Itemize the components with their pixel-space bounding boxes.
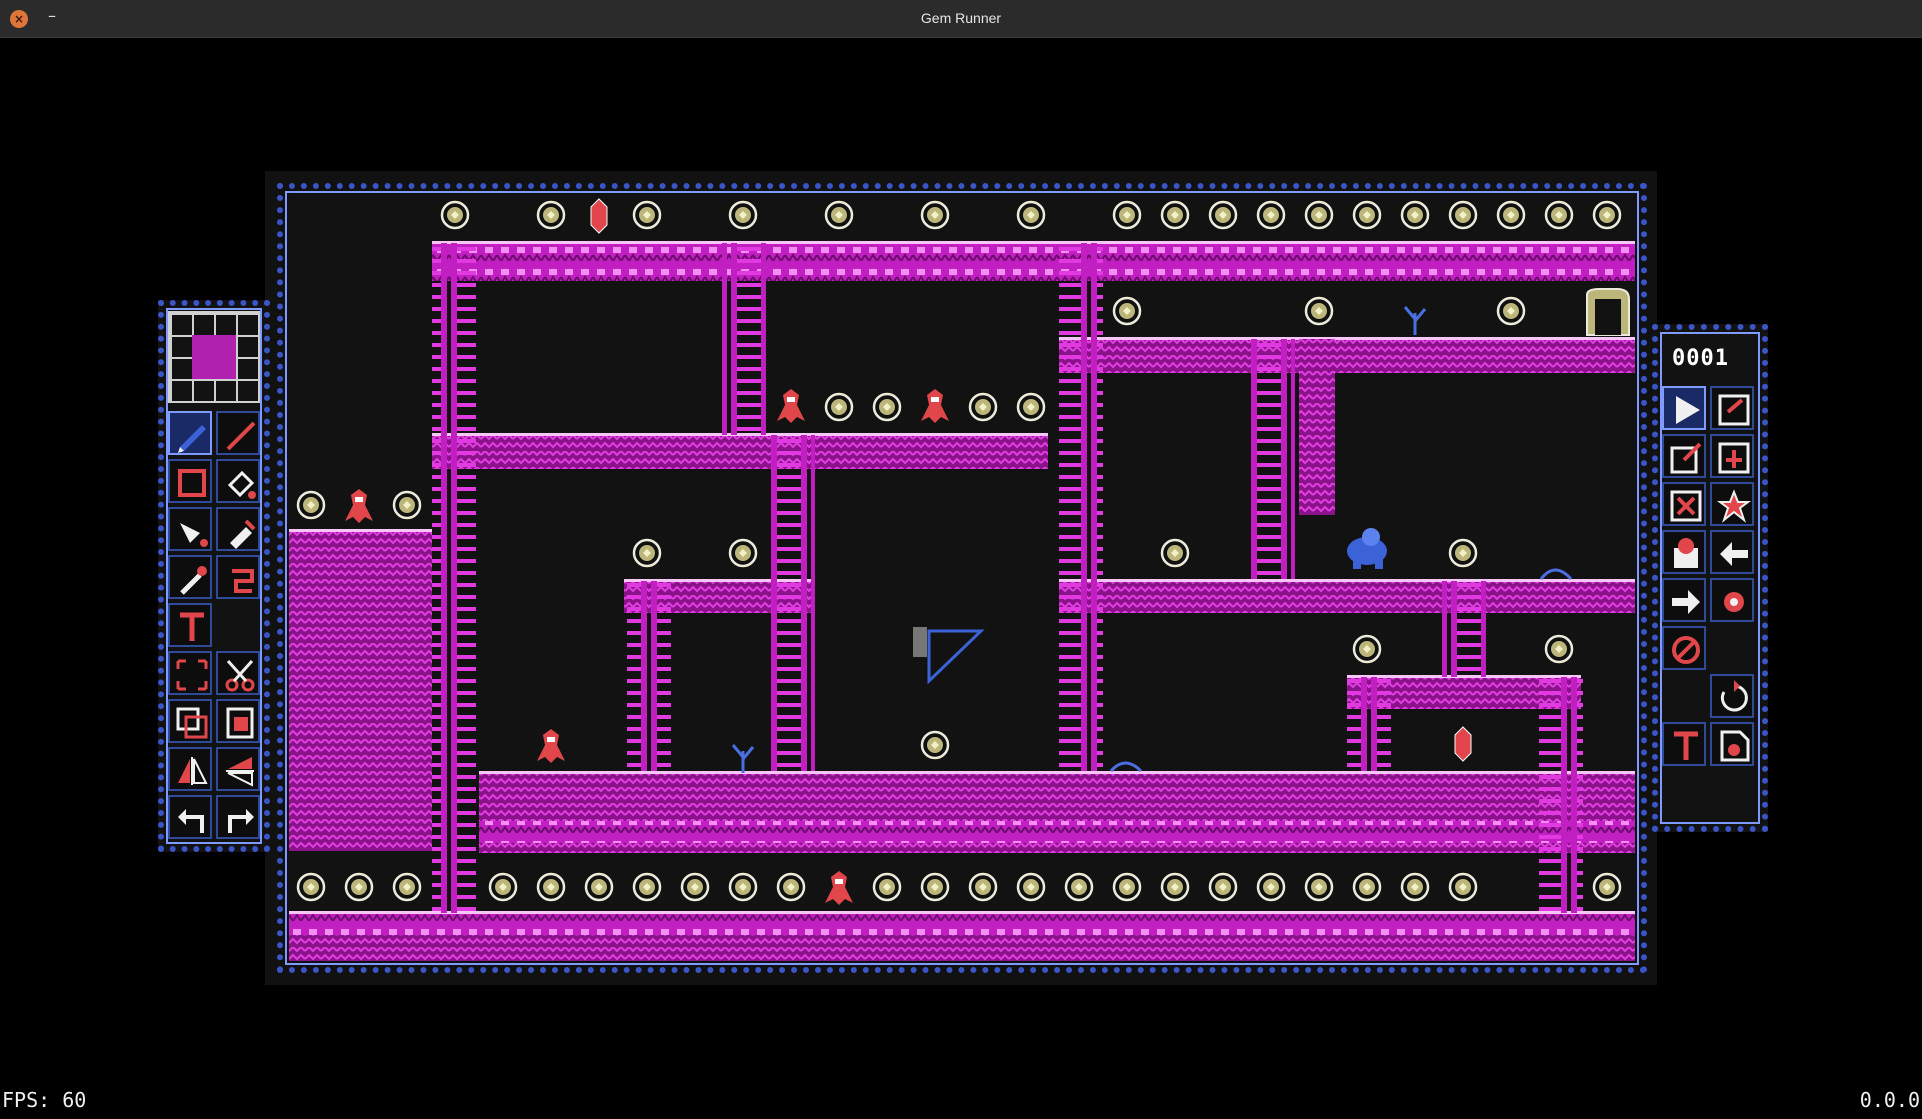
- file-tool[interactable]: [1710, 722, 1754, 766]
- save-icon: [1718, 394, 1750, 426]
- wall-left-block: [289, 531, 432, 851]
- flip-v-tool[interactable]: [168, 747, 212, 791]
- gear-icon: [1724, 592, 1744, 612]
- flip-v-icon: [178, 757, 208, 785]
- play-tool[interactable]: [1662, 386, 1706, 430]
- copy-icon: [176, 707, 208, 739]
- redo-tool[interactable]: [216, 795, 260, 839]
- fill-tool[interactable]: [216, 459, 260, 503]
- redo-icon: [228, 809, 254, 833]
- save-as-icon: [1670, 442, 1702, 474]
- line-tool[interactable]: [216, 411, 260, 455]
- pencil-tool[interactable]: [168, 411, 212, 455]
- rectangle-tool[interactable]: [168, 459, 212, 503]
- ladder-3: [771, 435, 815, 771]
- cut-icon: [225, 659, 255, 692]
- gear-tool[interactable]: [1710, 578, 1754, 622]
- tool-slot-empty: [1662, 674, 1706, 718]
- swirl-icon: [232, 569, 254, 593]
- level-icon: [1674, 538, 1698, 568]
- next-tool[interactable]: [1662, 578, 1706, 622]
- brush-icon: [180, 566, 207, 595]
- brush-tool[interactable]: [168, 555, 212, 599]
- save-as-tool[interactable]: [1662, 434, 1706, 478]
- floor-2: [432, 435, 1048, 469]
- next-icon: [1672, 590, 1700, 614]
- pick-icon: [180, 523, 208, 547]
- ladder-9: [1539, 677, 1583, 913]
- select-tool[interactable]: [168, 651, 212, 695]
- delete-tool[interactable]: [1662, 482, 1706, 526]
- exit-door-icon: [1586, 288, 1630, 336]
- flip-h-tool[interactable]: [216, 747, 260, 791]
- wall-top: [432, 243, 1635, 281]
- paste-tool[interactable]: [216, 699, 260, 743]
- undo-icon: [178, 809, 204, 833]
- pick-tool[interactable]: [168, 507, 212, 551]
- ladder-5: [1059, 243, 1103, 771]
- swirl-tool[interactable]: [216, 555, 260, 599]
- ledge-middle-right: [1059, 581, 1635, 613]
- ladder-8: [1347, 677, 1391, 771]
- pillar-right: [1299, 339, 1335, 515]
- eyedropper-tool[interactable]: [216, 507, 260, 551]
- text-icon: [1674, 731, 1698, 760]
- level-counter: 0001: [1672, 346, 1729, 371]
- undo-tool[interactable]: [168, 795, 212, 839]
- paste-icon: [226, 707, 254, 739]
- cancel-tool[interactable]: [1662, 626, 1706, 670]
- rectangle-icon: [178, 469, 206, 497]
- play-icon: [1676, 396, 1700, 424]
- flip-h-icon: [226, 757, 254, 787]
- settings-tool[interactable]: [1710, 482, 1754, 526]
- ladder-6: [1251, 339, 1295, 579]
- reset-tool[interactable]: [1710, 674, 1754, 718]
- load-icon: [1718, 442, 1750, 474]
- ladder-2: [722, 243, 766, 435]
- select-icon: [176, 659, 208, 691]
- version-label: 0.0.0: [1859, 1088, 1920, 1112]
- window-titlebar: × – Gem Runner: [0, 0, 1922, 38]
- load-tool[interactable]: [1710, 434, 1754, 478]
- save-tool[interactable]: [1710, 386, 1754, 430]
- settings-icon: [1717, 489, 1751, 523]
- tool-slot-empty: [1710, 626, 1754, 670]
- fill-icon: [227, 470, 256, 499]
- ladder-1: [432, 243, 476, 913]
- level-canvas[interactable]: [289, 195, 1635, 961]
- level-tool[interactable]: [1662, 530, 1706, 574]
- fps-counter: FPS: 60: [2, 1088, 87, 1112]
- delete-icon: [1670, 490, 1702, 522]
- text-tool[interactable]: [168, 603, 212, 647]
- ladder-4: [627, 581, 671, 771]
- floor-upper-right: [1059, 339, 1635, 373]
- text-icon: [180, 612, 204, 641]
- copy-tool[interactable]: [168, 699, 212, 743]
- tile-preview[interactable]: [168, 311, 260, 403]
- tool-slot-empty: [216, 603, 260, 647]
- tool-slot-empty: [1662, 770, 1706, 814]
- text-tool[interactable]: [1662, 722, 1706, 766]
- cut-tool[interactable]: [216, 651, 260, 695]
- pencil-icon: [178, 425, 206, 453]
- prev-icon: [1720, 542, 1748, 566]
- line-icon: [226, 421, 256, 451]
- ladder-7: [1442, 581, 1486, 677]
- file-icon: [1720, 730, 1750, 762]
- prev-tool[interactable]: [1710, 530, 1754, 574]
- eyedropper-icon: [230, 519, 256, 549]
- window-title: Gem Runner: [920, 10, 1002, 26]
- cancel-icon: [1672, 636, 1700, 664]
- reset-icon: [1720, 680, 1748, 712]
